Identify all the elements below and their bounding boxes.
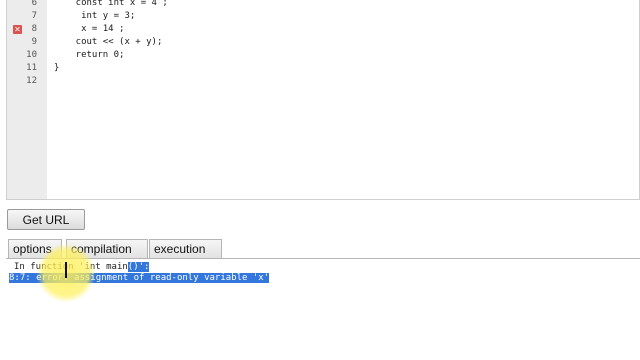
code-line[interactable]: 6 const int x = 4 ; bbox=[7, 0, 639, 10]
line-number: 12 bbox=[26, 76, 37, 86]
code-line[interactable]: 11 } bbox=[7, 62, 639, 75]
tab-options[interactable]: options bbox=[8, 239, 62, 258]
selected-text: ()': bbox=[127, 262, 150, 272]
code-line[interactable]: 7 int y = 3; bbox=[7, 10, 639, 23]
line-number: 6 bbox=[31, 0, 37, 8]
error-message-selected: 8:7: error: assignment of read-only vari… bbox=[9, 273, 270, 283]
code-line[interactable]: 12 bbox=[7, 75, 639, 88]
line-number: 9 bbox=[31, 37, 37, 47]
code-line[interactable]: 10 return 0; bbox=[7, 49, 639, 62]
output-line[interactable]: 8:7: error: assignment of read-only vari… bbox=[9, 273, 270, 284]
code-text[interactable]: int y = 3; bbox=[54, 10, 135, 23]
compiler-output[interactable]: In function 'int main()': 8:7: error: as… bbox=[6, 258, 640, 360]
get-url-button[interactable]: Get URL bbox=[7, 209, 85, 230]
line-number: 7 bbox=[31, 11, 37, 21]
code-text[interactable]: x = 14 ; bbox=[54, 23, 124, 36]
code-line-error[interactable]: ✕ 8 x = 14 ; bbox=[7, 23, 639, 36]
code-line[interactable]: 9 cout << (x + y); bbox=[7, 36, 639, 49]
line-number: 8 bbox=[31, 24, 37, 34]
tab-compilation[interactable]: compilation bbox=[66, 239, 148, 258]
line-number: 11 bbox=[26, 63, 37, 73]
line-number: 10 bbox=[26, 50, 37, 60]
tab-execution[interactable]: execution bbox=[149, 239, 222, 258]
output-text: In function 'int main bbox=[14, 262, 128, 272]
code-text[interactable]: const int x = 4 ; bbox=[54, 0, 168, 10]
output-line[interactable]: In function 'int main()': bbox=[14, 262, 150, 273]
code-editor[interactable]: 6 const int x = 4 ; 7 int y = 3; ✕ 8 x =… bbox=[6, 0, 640, 200]
code-text[interactable]: } bbox=[54, 62, 59, 75]
code-text[interactable]: cout << (x + y); bbox=[54, 36, 163, 49]
code-text[interactable]: return 0; bbox=[54, 49, 125, 62]
